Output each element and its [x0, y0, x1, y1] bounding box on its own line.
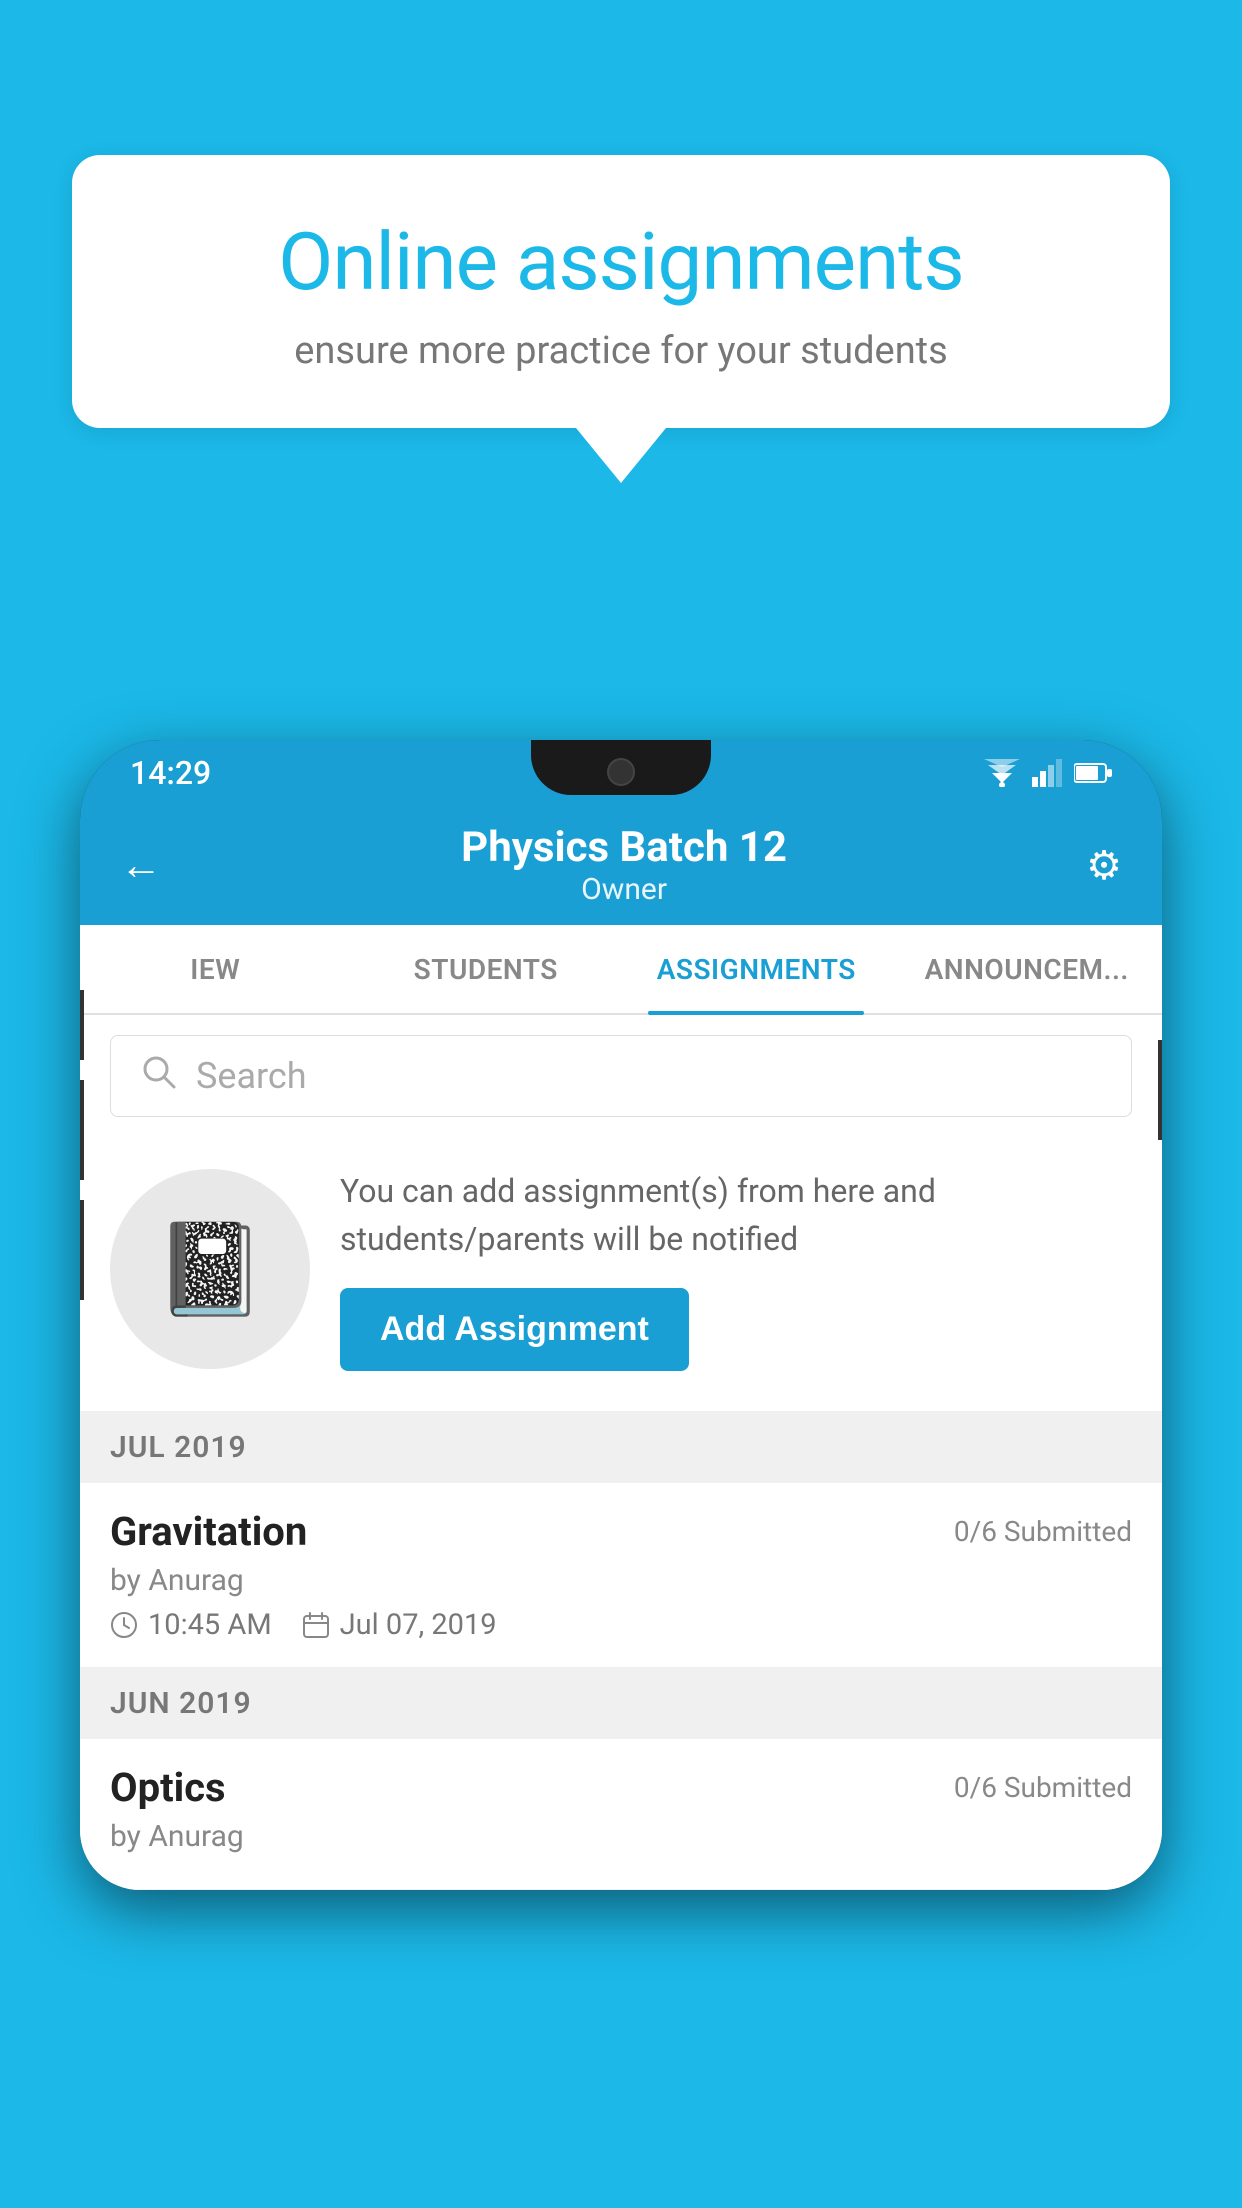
back-button[interactable]: ← — [120, 841, 162, 890]
assignment-time: 10:45 AM — [148, 1608, 272, 1642]
assignment-date: Jul 07, 2019 — [340, 1608, 497, 1642]
assignment-item-gravitation[interactable]: Gravitation 0/6 Submitted by Anurag 10:4… — [80, 1483, 1162, 1668]
phone-frame: 14:29 — [80, 740, 1162, 1890]
assignment-by: by Anurag — [110, 1563, 1132, 1598]
notebook-icon: 📓 — [154, 1217, 266, 1322]
settings-button[interactable]: ⚙ — [1086, 842, 1122, 889]
assignment-by-optics: by Anurag — [110, 1819, 1132, 1854]
header-title-block: Physics Batch 12 Owner — [162, 823, 1086, 907]
calendar-icon — [302, 1611, 330, 1639]
page-title: Physics Batch 12 — [162, 823, 1086, 872]
assignment-name-optics: Optics — [110, 1764, 226, 1811]
assignment-submitted-optics: 0/6 Submitted — [954, 1771, 1132, 1804]
promo-section: 📓 You can add assignment(s) from here an… — [80, 1137, 1162, 1412]
speech-bubble-arrow — [576, 428, 666, 483]
promo-description: You can add assignment(s) from here and … — [340, 1167, 1132, 1263]
assignment-meta: 10:45 AM Jul 07, 2019 — [110, 1608, 1132, 1642]
app-header: ← Physics Batch 12 Owner ⚙ — [80, 805, 1162, 925]
speech-bubble: Online assignments ensure more practice … — [72, 155, 1170, 428]
tab-students[interactable]: STUDENTS — [351, 925, 622, 1013]
promo-title: Online assignments — [142, 215, 1100, 309]
tab-iew[interactable]: IEW — [80, 925, 351, 1013]
page-subtitle: Owner — [162, 872, 1086, 907]
search-icon — [141, 1054, 176, 1098]
month-header-jun: JUN 2019 — [80, 1668, 1162, 1739]
volume-down-button — [80, 1080, 84, 1180]
tab-assignments[interactable]: ASSIGNMENTS — [621, 925, 892, 1013]
assignment-top-row-optics: Optics 0/6 Submitted — [110, 1764, 1132, 1811]
status-icons — [984, 759, 1112, 787]
promo-text-block: You can add assignment(s) from here and … — [340, 1167, 1132, 1371]
search-bar[interactable]: Search — [110, 1035, 1132, 1117]
battery-icon — [1074, 762, 1112, 784]
wifi-icon — [984, 759, 1020, 787]
tabs-bar: IEW STUDENTS ASSIGNMENTS ANNOUNCEM... — [80, 925, 1162, 1015]
add-assignment-button[interactable]: Add Assignment — [340, 1288, 689, 1371]
promo-icon-circle: 📓 — [110, 1169, 310, 1369]
search-input[interactable]: Search — [196, 1055, 307, 1097]
status-time: 14:29 — [130, 754, 211, 792]
phone-frame-wrapper: 14:29 — [80, 740, 1162, 2208]
month-header-jul: JUL 2019 — [80, 1412, 1162, 1483]
front-camera — [607, 758, 635, 786]
promo-subtitle: ensure more practice for your students — [142, 329, 1100, 373]
assignment-name: Gravitation — [110, 1508, 307, 1555]
search-bar-wrapper: Search — [80, 1015, 1162, 1137]
phone-notch — [531, 740, 711, 795]
tab-announcements[interactable]: ANNOUNCEM... — [892, 925, 1163, 1013]
assignment-submitted: 0/6 Submitted — [954, 1515, 1132, 1548]
assignment-top-row: Gravitation 0/6 Submitted — [110, 1508, 1132, 1555]
date-meta: Jul 07, 2019 — [302, 1608, 497, 1642]
promo-card: Online assignments ensure more practice … — [72, 155, 1170, 483]
power-button — [1158, 1040, 1162, 1140]
signal-icon — [1032, 759, 1062, 787]
time-meta: 10:45 AM — [110, 1608, 272, 1642]
silent-button — [80, 1200, 84, 1300]
app-content: Search 📓 You can add assignment(s) from … — [80, 1015, 1162, 1890]
clock-icon — [110, 1611, 138, 1639]
assignment-item-optics[interactable]: Optics 0/6 Submitted by Anurag — [80, 1739, 1162, 1890]
